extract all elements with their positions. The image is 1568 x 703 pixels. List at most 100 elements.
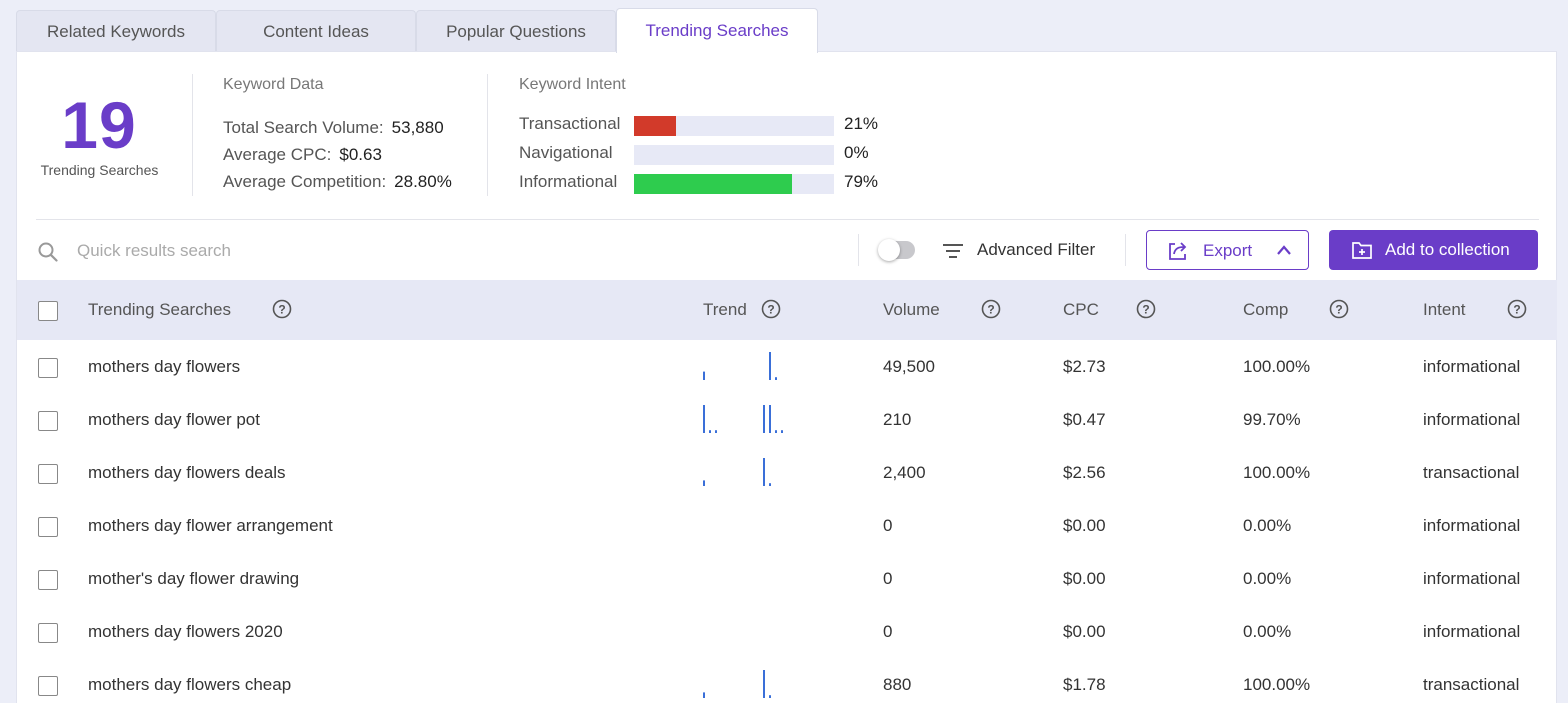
column-comp[interactable]: Comp [1243, 300, 1288, 320]
total-search-volume-label: Total Search Volume: [223, 118, 384, 137]
trending-count-label: Trending Searches [40, 162, 159, 178]
cpc-cell: $0.00 [1063, 622, 1106, 641]
svg-text:?: ? [767, 303, 774, 317]
volume-cell: 49,500 [883, 357, 935, 376]
tab-trending-searches[interactable]: Trending Searches [616, 8, 818, 53]
trend-sparkline [701, 612, 791, 646]
folder-plus-icon [1352, 242, 1372, 259]
row-checkbox[interactable] [38, 623, 58, 643]
keyword-cell[interactable]: mother's day flower drawing [88, 569, 299, 589]
cpc-cell: $2.56 [1063, 463, 1106, 482]
volume-cell: 0 [883, 622, 893, 641]
keyword-cell[interactable]: mothers day flower pot [88, 410, 260, 430]
intent-percent: 79% [844, 172, 879, 191]
svg-text:?: ? [278, 303, 285, 317]
select-all-checkbox[interactable] [38, 301, 58, 321]
trend-bar [769, 695, 771, 698]
comp-cell: 0.00% [1243, 622, 1292, 641]
svg-text:?: ? [1335, 303, 1342, 317]
keyword-cell[interactable]: mothers day flowers 2020 [88, 622, 283, 642]
table-row[interactable]: mothers day flowers 2020 0 $0.00 0.00% i… [17, 606, 1557, 659]
trend-bar [703, 371, 705, 380]
column-trend[interactable]: Trend [703, 300, 747, 320]
table-row[interactable]: mothers day flower arrangement 0 $0.00 0… [17, 500, 1557, 553]
intent-cell: transactional [1423, 463, 1520, 482]
svg-text:?: ? [987, 303, 994, 317]
trending-count: 19 [61, 88, 137, 162]
keyword-cell[interactable]: mothers day flower arrangement [88, 516, 333, 536]
filter-toggle[interactable] [878, 239, 915, 261]
help-icon[interactable]: ? [1329, 299, 1349, 319]
trend-sparkline [703, 458, 771, 486]
row-checkbox[interactable] [38, 358, 58, 378]
trend-bar [769, 405, 771, 433]
trend-bar [781, 430, 783, 433]
row-checkbox[interactable] [38, 411, 58, 431]
table-row[interactable]: mother's day flower drawing 0 $0.00 0.00… [17, 553, 1557, 606]
volume-cell: 2,400 [883, 463, 926, 482]
advanced-filter-button[interactable]: Advanced Filter [977, 240, 1095, 260]
trend-bar [769, 352, 771, 380]
tab-content-ideas[interactable]: Content Ideas [216, 10, 416, 52]
comp-cell: 100.00% [1243, 357, 1311, 376]
column-trending-searches[interactable]: Trending Searches [88, 300, 231, 320]
search-input[interactable] [77, 236, 837, 266]
comp-cell: 0.00% [1243, 569, 1292, 588]
table-row[interactable]: mothers day flowers deals 2,400 $2.56 10… [17, 447, 1557, 500]
help-icon[interactable]: ? [272, 299, 292, 319]
trend-bar [763, 458, 765, 486]
row-checkbox[interactable] [38, 464, 58, 484]
column-cpc[interactable]: CPC [1063, 300, 1099, 320]
table-row[interactable]: mothers day flowers 49,500 $2.73 100.00%… [17, 341, 1557, 394]
table-row[interactable]: mothers day flowers cheap 880 $1.78 100.… [17, 659, 1557, 703]
total-search-volume-value: 53,880 [391, 118, 444, 137]
keyword-data-title: Keyword Data [223, 76, 324, 93]
cpc-cell: $2.73 [1063, 357, 1106, 376]
row-checkbox[interactable] [38, 570, 58, 590]
trend-sparkline [703, 352, 777, 380]
search-icon [38, 242, 58, 262]
export-icon [1169, 242, 1187, 260]
trend-bar [715, 430, 717, 433]
volume-cell: 880 [883, 675, 912, 694]
chevron-up-icon [1277, 245, 1291, 255]
trend-bar [703, 480, 705, 486]
trend-bar [703, 405, 705, 433]
keyword-intent-title: Keyword Intent [519, 76, 626, 93]
add-to-collection-label: Add to collection [1385, 240, 1510, 259]
help-icon[interactable]: ? [1136, 299, 1156, 319]
comp-cell: 100.00% [1243, 463, 1311, 482]
trend-bar [763, 670, 765, 698]
tab-related-keywords[interactable]: Related Keywords [16, 10, 216, 52]
table-header: Trending Searches ? Trend ? Volume ? CPC… [17, 280, 1557, 340]
help-icon[interactable]: ? [761, 299, 781, 319]
trend-sparkline [701, 506, 791, 540]
row-checkbox[interactable] [38, 676, 58, 696]
trend-bar [769, 483, 771, 486]
help-icon[interactable]: ? [981, 299, 1001, 319]
column-intent[interactable]: Intent [1423, 300, 1466, 320]
trend-sparkline [703, 670, 771, 698]
cpc-cell: $0.47 [1063, 410, 1106, 429]
divider [192, 74, 193, 196]
keyword-cell[interactable]: mothers day flowers cheap [88, 675, 291, 695]
divider [487, 74, 488, 196]
help-icon[interactable]: ? [1507, 299, 1527, 319]
add-to-collection-button[interactable]: Add to collection [1329, 230, 1538, 270]
table-row[interactable]: mothers day flower pot 210 $0.47 99.70% … [17, 394, 1557, 447]
filter-icon[interactable] [942, 242, 964, 260]
tab-popular-questions[interactable]: Popular Questions [416, 10, 616, 52]
keyword-cell[interactable]: mothers day flowers [88, 357, 240, 377]
divider [1125, 234, 1126, 266]
intent-label: Informational [519, 172, 618, 191]
svg-text:?: ? [1513, 303, 1520, 317]
intent-bar-fill [634, 174, 792, 194]
cpc-cell: $0.00 [1063, 516, 1106, 535]
trend-bar [775, 430, 777, 433]
row-checkbox[interactable] [38, 517, 58, 537]
export-button[interactable]: Export [1146, 230, 1309, 270]
intent-percent: 0% [844, 143, 869, 162]
keyword-cell[interactable]: mothers day flowers deals [88, 463, 285, 483]
column-volume[interactable]: Volume [883, 300, 940, 320]
volume-cell: 0 [883, 569, 893, 588]
